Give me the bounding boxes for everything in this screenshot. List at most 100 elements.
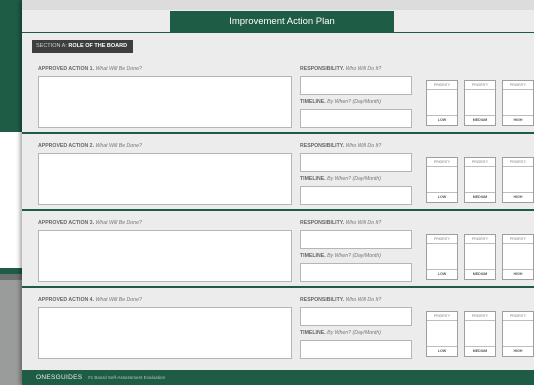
priority-box-low[interactable]: PRIORITY LOW: [426, 234, 458, 280]
top-band: [22, 0, 534, 10]
responsibility-field[interactable]: [300, 307, 412, 326]
action-block: APPROVED ACTION 2. What Will Be Done? RES…: [22, 143, 534, 223]
priority-level-label: MEDIUM: [472, 272, 488, 276]
priority-box-high[interactable]: PRIORITY HIGH: [502, 80, 534, 126]
priority-box-low[interactable]: PRIORITY LOW: [426, 311, 458, 357]
priority-level-label: LOW: [437, 349, 447, 353]
action-text-field[interactable]: [38, 76, 292, 128]
priority-mark-area[interactable]: [427, 320, 457, 347]
priority-header: PRIORITY: [509, 83, 526, 87]
responsibility-hint: Who Will Do It?: [345, 143, 382, 149]
priority-header: PRIORITY: [433, 314, 450, 318]
action-text-field[interactable]: [38, 307, 292, 359]
responsibility-label: RESPONSIBILITY. Who Will Do It?: [300, 143, 381, 149]
background-page: [0, 0, 22, 274]
priority-mark-area[interactable]: [465, 320, 495, 347]
page-title: Improvement Action Plan: [170, 11, 394, 33]
responsibility-hint: Who Will Do It?: [345, 297, 382, 303]
priority-mark-area[interactable]: [503, 89, 533, 116]
timeline-label: TIMELINE. By When? (Day/Month): [300, 330, 381, 336]
action-block: APPROVED ACTION 1. What Will Be Done? RES…: [22, 66, 534, 146]
priority-box-high[interactable]: PRIORITY HIGH: [502, 311, 534, 357]
priority-mark-area[interactable]: [465, 243, 495, 270]
responsibility-label: RESPONSIBILITY. Who Will Do It?: [300, 297, 381, 303]
priority-level-label: MEDIUM: [472, 195, 488, 199]
priority-level-label: LOW: [437, 272, 447, 276]
timeline-field[interactable]: [300, 186, 412, 205]
responsibility-label: RESPONSIBILITY. Who Will Do It?: [300, 66, 381, 72]
priority-box-high[interactable]: PRIORITY HIGH: [502, 234, 534, 280]
responsibility-title: RESPONSIBILITY.: [300, 297, 345, 303]
priority-mark-area[interactable]: [465, 89, 495, 116]
priority-header: PRIORITY: [433, 83, 450, 87]
section-divider: [22, 209, 534, 211]
priority-header: PRIORITY: [433, 160, 450, 164]
timeline-hint: By When? (Day/Month): [327, 253, 382, 259]
action-hint: What Will Be Done?: [95, 220, 142, 226]
action-label: APPROVED ACTION 3. What Will Be Done?: [38, 220, 142, 226]
responsibility-label: RESPONSIBILITY. Who Will Do It?: [300, 220, 381, 226]
action-title: APPROVED ACTION 1.: [38, 66, 95, 72]
priority-mark-area[interactable]: [427, 89, 457, 116]
responsibility-field[interactable]: [300, 76, 412, 95]
responsibility-hint: Who Will Do It?: [345, 66, 382, 72]
timeline-title: TIMELINE.: [300, 99, 326, 105]
action-title: APPROVED ACTION 3.: [38, 220, 95, 226]
timeline-hint: By When? (Day/Month): [327, 176, 382, 182]
timeline-field[interactable]: [300, 263, 412, 282]
priority-mark-area[interactable]: [503, 243, 533, 270]
priority-box-medium[interactable]: PRIORITY MEDIUM: [464, 311, 496, 357]
priority-box-low[interactable]: PRIORITY LOW: [426, 80, 458, 126]
priority-header: PRIORITY: [471, 314, 488, 318]
timeline-field[interactable]: [300, 340, 412, 359]
footer: ONESGUIDES #1 Board Self-Assessment Eval…: [22, 370, 534, 385]
section-divider: [22, 132, 534, 134]
action-hint: What Will Be Done?: [95, 66, 142, 72]
responsibility-title: RESPONSIBILITY.: [300, 66, 345, 72]
section-prefix: SECTION A:: [36, 43, 67, 49]
background-page-edge: [0, 274, 22, 280]
responsibility-field[interactable]: [300, 230, 412, 249]
priority-header: PRIORITY: [509, 237, 526, 241]
priority-box-medium[interactable]: PRIORITY MEDIUM: [464, 157, 496, 203]
action-text-field[interactable]: [38, 230, 292, 282]
section-divider: [22, 286, 534, 288]
priority-mark-area[interactable]: [503, 320, 533, 347]
footer-subtitle: #1 Board Self-Assessment Evaluation: [88, 375, 166, 380]
priority-header: PRIORITY: [509, 160, 526, 164]
priority-level-label: LOW: [437, 195, 447, 199]
priority-mark-area[interactable]: [465, 166, 495, 193]
priority-header: PRIORITY: [509, 314, 526, 318]
priority-level-label: HIGH: [513, 195, 523, 199]
action-title: APPROVED ACTION 4.: [38, 297, 95, 303]
action-block: APPROVED ACTION 3. What Will Be Done? RES…: [22, 220, 534, 300]
priority-box-low[interactable]: PRIORITY LOW: [426, 157, 458, 203]
priority-box-medium[interactable]: PRIORITY MEDIUM: [464, 234, 496, 280]
timeline-field[interactable]: [300, 109, 412, 128]
responsibility-field[interactable]: [300, 153, 412, 172]
priority-level-label: MEDIUM: [472, 349, 488, 353]
priority-box-medium[interactable]: PRIORITY MEDIUM: [464, 80, 496, 126]
timeline-hint: By When? (Day/Month): [327, 330, 382, 336]
worksheet-page: Improvement Action Plan SECTION A: ROLE …: [22, 0, 534, 385]
action-label: APPROVED ACTION 2. What Will Be Done?: [38, 143, 142, 149]
priority-box-high[interactable]: PRIORITY HIGH: [502, 157, 534, 203]
action-label: APPROVED ACTION 4. What Will Be Done?: [38, 297, 142, 303]
action-label: APPROVED ACTION 1. What Will Be Done?: [38, 66, 142, 72]
background-page-band: [0, 0, 22, 132]
responsibility-title: RESPONSIBILITY.: [300, 220, 345, 226]
action-hint: What Will Be Done?: [95, 297, 142, 303]
priority-header: PRIORITY: [471, 83, 488, 87]
priority-level-label: HIGH: [513, 118, 523, 122]
title-rule: [22, 32, 534, 33]
priority-mark-area[interactable]: [503, 166, 533, 193]
priority-mark-area[interactable]: [427, 243, 457, 270]
priority-header: PRIORITY: [471, 237, 488, 241]
responsibility-title: RESPONSIBILITY.: [300, 143, 345, 149]
action-text-field[interactable]: [38, 153, 292, 205]
priority-mark-area[interactable]: [427, 166, 457, 193]
priority-level-label: HIGH: [513, 349, 523, 353]
section-name: ROLE OF THE BOARD: [68, 43, 128, 49]
timeline-label: TIMELINE. By When? (Day/Month): [300, 253, 381, 259]
section-label: SECTION A: ROLE OF THE BOARD: [32, 40, 134, 53]
